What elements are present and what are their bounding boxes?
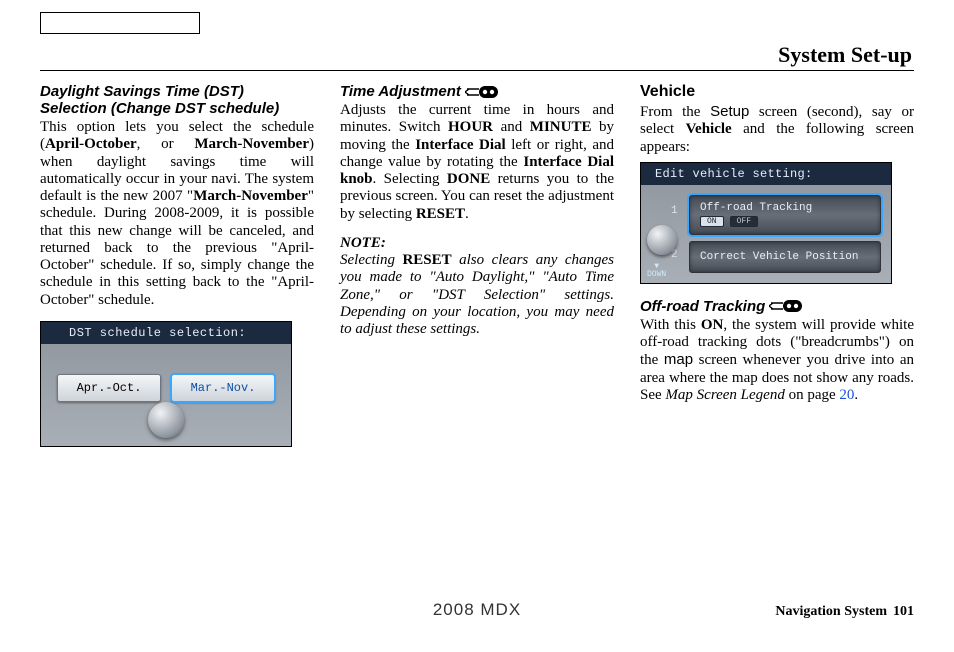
text-bold: HOUR bbox=[448, 119, 493, 135]
down-label: DOWN bbox=[647, 271, 666, 279]
menu-item-offroad-tracking[interactable]: Off-road Tracking ON OFF bbox=[689, 195, 881, 235]
dst-paragraph: This option lets you select the schedule… bbox=[40, 119, 314, 309]
interface-dial-knob[interactable] bbox=[647, 225, 677, 255]
menu-item-label: Off-road Tracking bbox=[700, 202, 812, 214]
page-link[interactable]: 20 bbox=[839, 387, 854, 403]
dst-screenshot: DST schedule selection: Apr.-Oct. Mar.-N… bbox=[40, 321, 292, 447]
toggle-off[interactable]: OFF bbox=[730, 216, 758, 227]
footer-page-info: Navigation System 101 bbox=[775, 604, 914, 620]
blank-field-box bbox=[40, 12, 200, 34]
column-dst: Daylight Savings Time (DST) Selection (C… bbox=[40, 83, 314, 447]
column-vehicle: Vehicle From the Setup screen (second), … bbox=[640, 83, 914, 447]
text-bold: Vehicle bbox=[686, 121, 732, 137]
dst-screenshot-body: Apr.-Oct. Mar.-Nov. bbox=[41, 344, 291, 428]
time-adjustment-paragraph: Adjusts the current time in hours and mi… bbox=[340, 102, 614, 223]
text-bold: Interface Dial bbox=[415, 137, 506, 153]
page-footer: 2008 MDX Navigation System101 bbox=[40, 604, 914, 620]
note-body: Selecting RESET also clears any changes … bbox=[340, 252, 614, 338]
text-bold: MINUTE bbox=[530, 119, 592, 135]
text-italic: Map Screen Legend bbox=[665, 387, 784, 403]
toggle-on[interactable]: ON bbox=[700, 216, 724, 227]
down-indicator: ▼ DOWN bbox=[647, 263, 666, 279]
text-bold: March-November bbox=[193, 188, 308, 204]
vehicle-heading: Vehicle bbox=[640, 83, 914, 101]
dst-screenshot-title: DST schedule selection: bbox=[41, 322, 291, 344]
time-adjustment-heading: Time Adjustment bbox=[340, 83, 614, 100]
text: and bbox=[493, 119, 530, 135]
footer-page-number: 101 bbox=[893, 604, 914, 619]
text-sans: map bbox=[664, 351, 693, 368]
heading-text: Time Adjustment bbox=[340, 83, 461, 100]
offroad-tracking-heading: Off-road Tracking bbox=[640, 298, 914, 315]
text-bold: March-November bbox=[194, 136, 309, 152]
column-time-adjustment: Time Adjustment Adjusts the current time… bbox=[340, 83, 614, 447]
vehicle-screenshot-title: Edit vehicle setting: bbox=[641, 163, 891, 185]
heading-text: Off-road Tracking bbox=[640, 298, 765, 315]
header-divider bbox=[40, 70, 914, 71]
text: " schedule. During 2008-2009, it is poss… bbox=[40, 188, 314, 308]
vehicle-intro-paragraph: From the Setup screen (second), say or s… bbox=[640, 103, 914, 156]
text-bold: RESET bbox=[416, 206, 465, 222]
text: Selecting bbox=[340, 252, 402, 268]
text: on page bbox=[785, 387, 840, 403]
text-bold: April-October bbox=[45, 136, 137, 152]
voice-command-icon bbox=[465, 85, 499, 99]
text: With this bbox=[640, 317, 701, 333]
dst-heading: Daylight Savings Time (DST) Selection (C… bbox=[40, 83, 314, 117]
content-columns: Daylight Savings Time (DST) Selection (C… bbox=[40, 83, 914, 447]
text: . bbox=[854, 387, 858, 403]
footer-section-label: Navigation System bbox=[775, 604, 887, 619]
footer-model-year: 2008 MDX bbox=[433, 600, 521, 620]
text-sans: Setup bbox=[710, 103, 749, 120]
vehicle-screenshot: Edit vehicle setting: 1 2 Off-road Track… bbox=[640, 162, 892, 284]
text: . bbox=[465, 206, 469, 222]
text: From the bbox=[640, 104, 710, 120]
note-label: NOTE: bbox=[340, 235, 614, 252]
interface-dial-knob[interactable] bbox=[148, 402, 184, 438]
menu-item-correct-position[interactable]: Correct Vehicle Position bbox=[689, 241, 881, 273]
text-bold: ON bbox=[701, 317, 724, 333]
text: . Selecting bbox=[373, 171, 447, 187]
text-bold: RESET bbox=[402, 252, 451, 268]
toggle-group: ON OFF bbox=[700, 216, 758, 227]
page-title: System Set-up bbox=[40, 42, 914, 68]
voice-command-icon bbox=[769, 299, 803, 313]
text: , or bbox=[137, 136, 195, 152]
offroad-tracking-paragraph: With this ON, the system will provide wh… bbox=[640, 317, 914, 404]
menu-item-label: Correct Vehicle Position bbox=[700, 251, 858, 263]
dst-option-mar-nov[interactable]: Mar.-Nov. bbox=[171, 374, 275, 402]
text-bold: DONE bbox=[447, 171, 490, 187]
menu-number-1: 1 bbox=[671, 205, 678, 217]
vehicle-screenshot-body: 1 2 Off-road Tracking ON OFF Correct Veh… bbox=[641, 185, 891, 283]
dst-option-apr-oct[interactable]: Apr.-Oct. bbox=[57, 374, 161, 402]
